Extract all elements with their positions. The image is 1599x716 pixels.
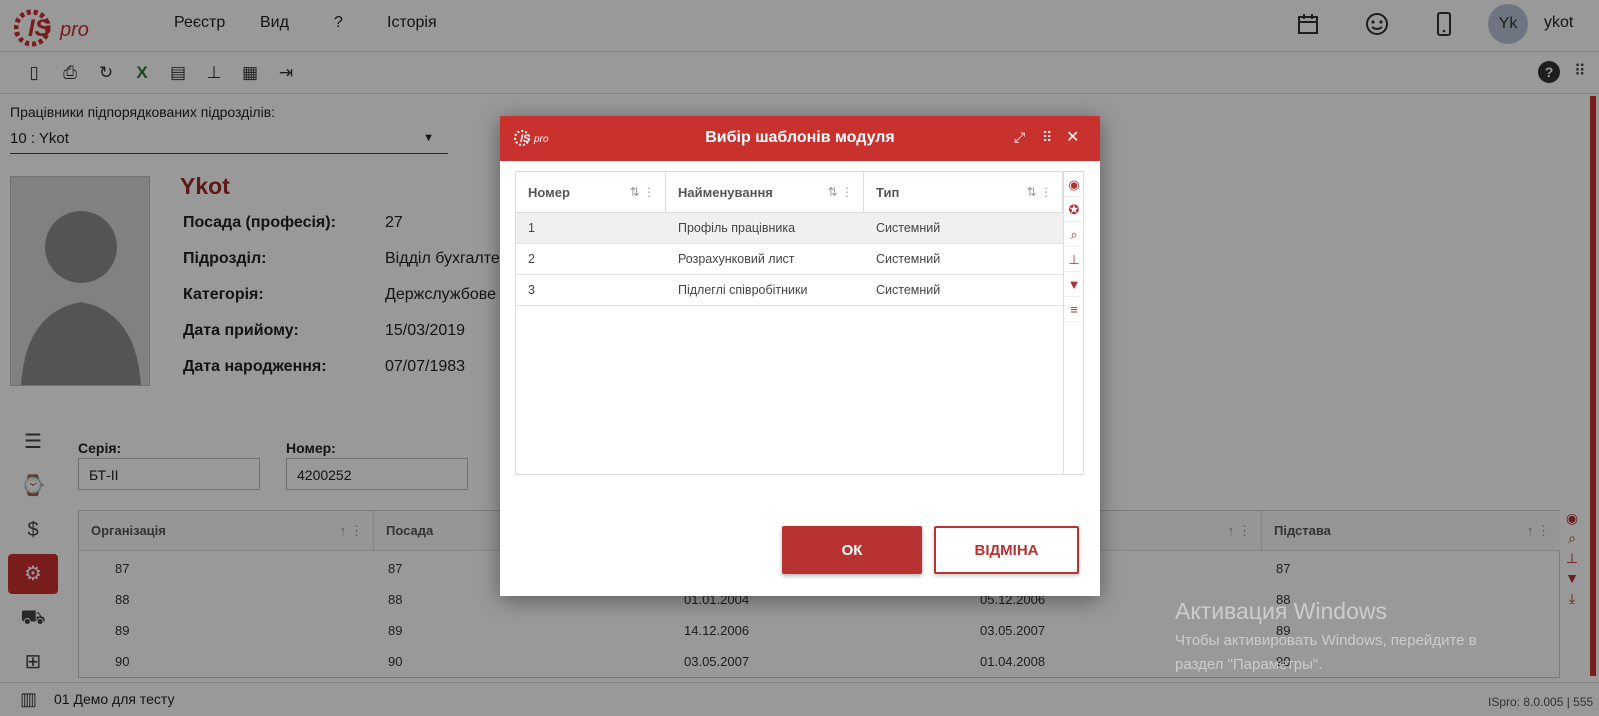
pin-icon[interactable]: ⊥ [1064,247,1084,272]
col-header-number[interactable]: Номер ⇅ ⋮ [516,172,666,213]
maximize-icon[interactable]: ⤢ [1014,129,1025,146]
watermark-title: Активация Windows [1175,598,1387,624]
table-row[interactable]: 2 Розрахунковий лист Системний [516,244,1063,275]
sort-icon[interactable]: ⇅ ⋮ [630,185,655,199]
filter-icon[interactable]: ▼ [1064,272,1084,297]
eye-icon[interactable]: ◉ [1064,172,1084,197]
watermark-line1: Чтобы активировать Windows, перейдите в [1175,632,1477,649]
close-icon[interactable]: ✕ [1066,127,1079,147]
table-row[interactable]: 3 Підлеглі співробітники Системний [516,275,1063,306]
templates-table: Номер ⇅ ⋮ Найменування ⇅ ⋮ Тип ⇅ ⋮ 1 Профіл… [515,171,1084,475]
ok-button[interactable]: ОК [782,526,922,574]
sort-icon[interactable]: ⇅ ⋮ [828,185,853,199]
watermark-line2: раздел "Параметры". [1175,656,1323,673]
sort-lines-icon[interactable]: ≡ [1064,297,1084,322]
drag-handle-icon[interactable]: ⠿ [1042,129,1052,146]
dialog-header: IS pro Вибір шаблонів модуля ⤢ ⠿ ✕ [500,116,1100,161]
search-icon[interactable]: ⌕ [1064,222,1084,247]
template-dialog: IS pro Вибір шаблонів модуля ⤢ ⠿ ✕ Номер ⇅… [500,116,1100,596]
col-header-name[interactable]: Найменування ⇅ ⋮ [666,172,864,213]
table-row[interactable]: 1 Профіль працівника Системний [516,213,1063,244]
sort-icon[interactable]: ⇅ ⋮ [1027,185,1052,199]
dialog-title: Вибір шаблонів модуля [705,129,895,146]
cancel-button[interactable]: ВІДМІНА [934,526,1079,574]
col-header-type[interactable]: Тип ⇅ ⋮ [864,172,1063,213]
dialog-table-tools: ◉ ✪ ⌕ ⊥ ▼ ≡ [1063,172,1084,474]
palette-icon[interactable]: ✪ [1064,197,1084,222]
